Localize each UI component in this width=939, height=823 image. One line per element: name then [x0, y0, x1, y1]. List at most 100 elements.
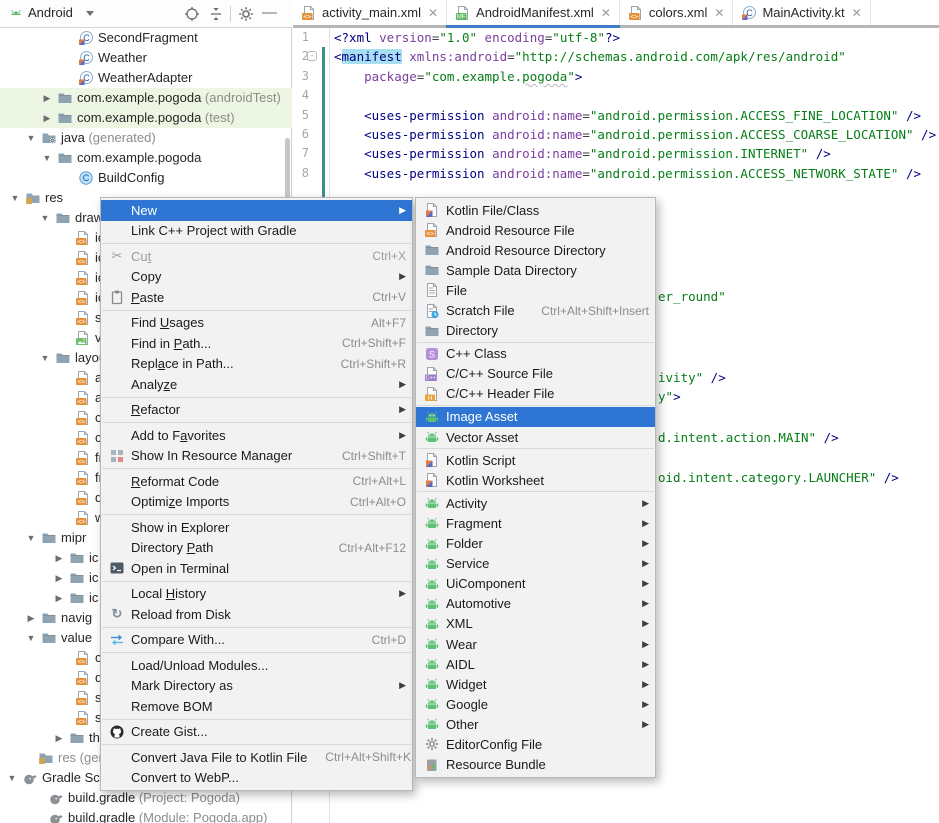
tree-row-buildconfig[interactable]: CBuildConfig	[0, 168, 292, 188]
cpp-class-icon: S	[424, 346, 441, 362]
menu-item-open-in-terminal[interactable]: Open in Terminal	[101, 558, 412, 579]
menu-item-reload-from-disk[interactable]: ↻Reload from Disk	[101, 604, 412, 625]
menu-item-analyze[interactable]: Analyze▶	[101, 374, 412, 395]
menu-item-kotlin-file-class[interactable]: Kotlin File/Class	[416, 200, 655, 220]
menu-item-file[interactable]: File	[416, 280, 655, 300]
menu-item-c-c-source-file[interactable]: C++C/C++ Source File	[416, 364, 655, 384]
menu-item-new[interactable]: New▶	[101, 200, 412, 221]
menu-item-fragment[interactable]: Fragment▶	[416, 513, 655, 533]
menu-item-convert-java-file-to-kotlin-file[interactable]: Convert Java File to Kotlin FileCtrl+Alt…	[101, 747, 412, 768]
menu-item-xml[interactable]: XML▶	[416, 614, 655, 634]
menu-item-paste[interactable]: PasteCtrl+V	[101, 287, 412, 308]
menu-item-reformat-code[interactable]: Reformat CodeCtrl+Alt+L	[101, 471, 412, 492]
menu-item-add-to-favorites[interactable]: Add to Favorites▶	[101, 425, 412, 446]
menu-item-compare-with[interactable]: Compare With...Ctrl+D	[101, 630, 412, 651]
close-icon[interactable]: ✕	[714, 6, 724, 20]
tab-colors-xml[interactable]: <>colors.xml✕	[620, 0, 734, 25]
no-icon	[109, 427, 126, 443]
menu-item-load-unload-modules[interactable]: Load/Unload Modules...	[101, 655, 412, 676]
menu-item-label: Android Resource Directory	[446, 243, 606, 258]
chevron-expanded-icon[interactable]: ▼	[24, 628, 38, 648]
menu-item-directory-path[interactable]: Directory PathCtrl+Alt+F12	[101, 538, 412, 559]
menu-item-show-in-resource-manager[interactable]: Show In Resource ManagerCtrl+Shift+T	[101, 446, 412, 467]
chevron-expanded-icon[interactable]: ▼	[24, 128, 38, 148]
tree-row-secondfragment[interactable]: CSecondFragment	[0, 28, 292, 48]
hide-icon[interactable]: —	[262, 4, 277, 21]
menu-item-show-in-explorer[interactable]: Show in Explorer	[101, 517, 412, 538]
chevron-collapsed-icon[interactable]: ▶	[52, 728, 66, 748]
menu-item-directory[interactable]: Directory	[416, 321, 655, 341]
tree-row-java[interactable]: ▼java (generated)	[0, 128, 292, 148]
menu-item-service[interactable]: Service▶	[416, 554, 655, 574]
menu-item-link-c-project-with-gradle[interactable]: Link C++ Project with Gradle	[101, 221, 412, 242]
tab-androidmanifest-xml[interactable]: MFAndroidManifest.xml✕	[447, 0, 620, 25]
menu-item-kotlin-worksheet[interactable]: Kotlin Worksheet	[416, 470, 655, 490]
tab-activity-main-xml[interactable]: <>activity_main.xml✕	[293, 0, 447, 25]
tree-row-com-example-pogoda[interactable]: ▼com.example.pogoda	[0, 148, 292, 168]
locate-icon[interactable]	[184, 6, 200, 22]
menu-item-image-asset[interactable]: Image Asset	[416, 407, 655, 427]
chevron-collapsed-icon[interactable]: ▶	[52, 568, 66, 588]
menu-item-refactor[interactable]: Refactor▶	[101, 400, 412, 421]
menu-item-find-usages[interactable]: Find UsagesAlt+F7	[101, 313, 412, 334]
xml-file-icon: <>	[75, 490, 91, 506]
menu-item-editorconfig-file[interactable]: EditorConfig File	[416, 734, 655, 754]
menu-item-label: Paste	[131, 290, 164, 305]
tree-row-build-gradle[interactable]: build.gradle (Project: Pogoda)	[0, 788, 292, 808]
folder-icon	[41, 610, 57, 626]
menu-item-resource-bundle[interactable]: Resource Bundle	[416, 755, 655, 775]
menu-item-copy[interactable]: Copy▶	[101, 267, 412, 288]
chevron-collapsed-icon[interactable]: ▶	[52, 548, 66, 568]
chevron-expanded-icon[interactable]: ▼	[38, 208, 52, 228]
menu-item-find-in-path[interactable]: Find in Path...Ctrl+Shift+F	[101, 333, 412, 354]
gear-icon[interactable]	[238, 6, 254, 22]
chevron-collapsed-icon[interactable]: ▶	[52, 588, 66, 608]
menu-item-label: Local History	[131, 586, 206, 601]
close-icon[interactable]: ✕	[428, 6, 438, 20]
chevron-collapsed-icon[interactable]: ▶	[40, 88, 54, 108]
menu-item-folder[interactable]: Folder▶	[416, 534, 655, 554]
chevron-collapsed-icon[interactable]: ▶	[40, 108, 54, 128]
menu-item-replace-in-path[interactable]: Replace in Path...Ctrl+Shift+R	[101, 354, 412, 375]
chevron-expanded-icon[interactable]: ▼	[40, 148, 54, 168]
menu-item-google[interactable]: Google▶	[416, 694, 655, 714]
menu-item-c-class[interactable]: SC++ Class	[416, 344, 655, 364]
close-icon[interactable]: ✕	[852, 6, 862, 20]
submenu-arrow-icon: ▶	[630, 498, 649, 509]
menu-item-activity[interactable]: Activity▶	[416, 493, 655, 513]
menu-item-android-resource-directory[interactable]: Android Resource Directory	[416, 240, 655, 260]
menu-item-c-c-header-file[interactable]: HC/C++ Header File	[416, 384, 655, 404]
chevron-expanded-icon[interactable]: ▼	[5, 768, 19, 788]
menu-item-convert-to-webp[interactable]: Convert to WebP...	[101, 768, 412, 789]
tree-row-com-example-pogoda[interactable]: ▶com.example.pogoda (test)	[0, 108, 292, 128]
chevron-expanded-icon[interactable]: ▼	[8, 188, 22, 208]
menu-item-sample-data-directory[interactable]: Sample Data Directory	[416, 260, 655, 280]
menu-item-remove-bom[interactable]: Remove BOM	[101, 696, 412, 717]
menu-item-uicomponent[interactable]: UiComponent▶	[416, 574, 655, 594]
menu-item-optimize-imports[interactable]: Optimize ImportsCtrl+Alt+O	[101, 492, 412, 513]
tab-mainactivity-kt[interactable]: CMainActivity.kt✕	[733, 0, 870, 25]
chevron-expanded-icon[interactable]: ▼	[24, 528, 38, 548]
close-icon[interactable]: ✕	[601, 6, 611, 20]
menu-item-vector-asset[interactable]: Vector Asset	[416, 427, 655, 447]
menu-item-mark-directory-as[interactable]: Mark Directory as▶	[101, 676, 412, 697]
menu-item-wear[interactable]: Wear▶	[416, 634, 655, 654]
fold-marker-icon[interactable]: -	[307, 51, 317, 61]
collapse-all-icon[interactable]	[208, 6, 224, 22]
menu-item-aidl[interactable]: AIDL▶	[416, 654, 655, 674]
view-selector[interactable]: Android	[28, 5, 73, 20]
tree-row-build-gradle[interactable]: build.gradle (Module: Pogoda.app)	[0, 808, 292, 823]
menu-item-kotlin-script[interactable]: Kotlin Script	[416, 450, 655, 470]
tree-row-weather[interactable]: CWeather	[0, 48, 292, 68]
tree-row-com-example-pogoda[interactable]: ▶com.example.pogoda (androidTest)	[0, 88, 292, 108]
chevron-expanded-icon[interactable]: ▼	[38, 348, 52, 368]
chevron-collapsed-icon[interactable]: ▶	[24, 608, 38, 628]
menu-item-automotive[interactable]: Automotive▶	[416, 594, 655, 614]
menu-item-scratch-file[interactable]: Scratch FileCtrl+Alt+Shift+Insert	[416, 300, 655, 320]
menu-item-create-gist[interactable]: Create Gist...	[101, 722, 412, 743]
menu-item-other[interactable]: Other▶	[416, 714, 655, 734]
menu-item-widget[interactable]: Widget▶	[416, 674, 655, 694]
menu-item-android-resource-file[interactable]: <>Android Resource File	[416, 220, 655, 240]
menu-item-local-history[interactable]: Local History▶	[101, 584, 412, 605]
tree-row-weatheradapter[interactable]: CWeatherAdapter	[0, 68, 292, 88]
